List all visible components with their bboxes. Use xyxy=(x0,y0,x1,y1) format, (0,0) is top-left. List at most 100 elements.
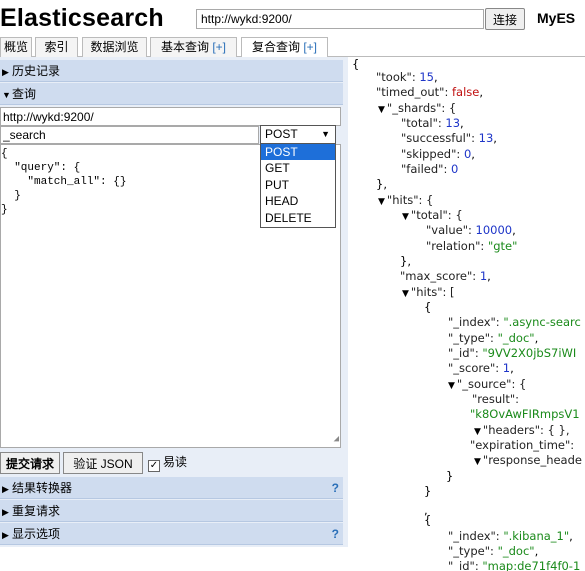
json-line: "relation": "gte" xyxy=(426,239,518,253)
http-method-dropdown: POST GET PUT HEAD DELETE xyxy=(260,143,336,228)
cluster-name: MyES xyxy=(537,10,576,26)
json-value: "_doc" xyxy=(497,544,535,558)
display-options-section-header[interactable]: ▶ 显示选项 ? xyxy=(0,523,343,545)
json-value: 0 xyxy=(463,147,472,161)
http-method-select[interactable]: POST ▼ xyxy=(260,125,336,144)
json-line: "value": 10000, xyxy=(426,223,516,237)
json-line: { xyxy=(424,300,432,314)
json-value: false xyxy=(451,85,480,99)
collapse-toggle-icon[interactable]: ▼ xyxy=(448,381,455,391)
tab-bar: 概览 索引 数据浏览 基本查询 [+] 复合查询 [+] xyxy=(0,35,585,59)
tab-label: 基本查询 xyxy=(160,40,209,54)
repeat-request-section-header[interactable]: ▶ 重复请求 xyxy=(0,500,343,522)
json-value: "gte" xyxy=(487,239,518,253)
json-line: "_id": "map:de71f4f0-1 xyxy=(448,559,581,571)
json-line: } xyxy=(446,469,454,483)
tab-overview[interactable]: 概览 xyxy=(0,37,32,58)
json-value: "k8OvAwFIRmpsV1 xyxy=(470,407,580,421)
json-line: "_score": 1, xyxy=(448,361,514,375)
section-label: 历史记录 xyxy=(12,64,61,78)
json-line: "k8OvAwFIRmpsV1 xyxy=(470,407,580,422)
help-icon[interactable]: ? xyxy=(332,477,339,499)
json-line: "expiration_time": xyxy=(470,438,575,452)
json-line[interactable]: ▼ "response_heade xyxy=(474,453,582,470)
json-line: "total": 13, xyxy=(401,116,464,130)
checkmark-icon: ✓ xyxy=(148,460,160,472)
json-line: "_id": "9VV2X0jbS7iWI xyxy=(448,346,577,360)
app-title: Elasticsearch xyxy=(0,4,164,32)
resize-grip-icon[interactable]: ◢ xyxy=(334,432,339,446)
submit-request-button[interactable]: 提交请求 xyxy=(0,452,60,474)
json-line: "_index": ".async-searc xyxy=(448,315,581,329)
json-line: "failed": 0 xyxy=(401,162,459,176)
collapse-toggle-icon[interactable]: ▼ xyxy=(474,427,481,437)
section-label: 结果转换器 xyxy=(12,481,73,495)
expanded-arrow-icon: ▼ xyxy=(2,90,11,100)
tab-browser[interactable]: 数据浏览 xyxy=(82,37,147,58)
collapse-toggle-icon[interactable]: ▼ xyxy=(402,212,409,222)
json-line: "_type": "_doc", xyxy=(448,544,539,558)
json-line: }, xyxy=(376,177,387,191)
validate-json-button[interactable]: 验证 JSON xyxy=(63,452,143,474)
collapsed-arrow-icon: ▶ xyxy=(2,530,9,540)
method-option-post[interactable]: POST xyxy=(261,144,335,161)
method-option-put[interactable]: PUT xyxy=(261,177,335,193)
section-label: 查询 xyxy=(12,87,37,101)
method-option-delete[interactable]: DELETE xyxy=(261,210,335,226)
collapsed-arrow-icon: ▶ xyxy=(2,67,9,77)
collapse-toggle-icon[interactable]: ▼ xyxy=(474,457,481,467)
easy-read-checkbox[interactable]: ✓ 易读 xyxy=(148,455,187,472)
history-section-header[interactable]: ▶ 历史记录 xyxy=(0,60,343,82)
chevron-down-icon: ▼ xyxy=(321,129,330,139)
json-value: 13 xyxy=(445,116,461,130)
json-line: "result": xyxy=(472,392,519,406)
tab-label: 索引 xyxy=(44,40,69,54)
json-line: "took": 15, xyxy=(376,70,438,84)
json-value: "_doc" xyxy=(497,331,535,345)
method-option-get[interactable]: GET xyxy=(261,160,335,176)
tab-label: 数据浏览 xyxy=(90,40,139,54)
json-line: "successful": 13, xyxy=(401,131,497,145)
json-value: 15 xyxy=(419,70,434,84)
collapsed-arrow-icon: ▶ xyxy=(2,484,9,494)
section-label: 重复请求 xyxy=(12,504,61,518)
tab-add[interactable]: [+] xyxy=(212,40,226,54)
json-line: "max_score": 1, xyxy=(400,269,491,283)
collapse-toggle-icon[interactable]: ▼ xyxy=(378,105,385,115)
collapsed-arrow-icon: ▶ xyxy=(2,507,9,517)
json-line: } xyxy=(424,484,432,498)
tab-indices[interactable]: 索引 xyxy=(35,37,78,58)
json-value: 10000 xyxy=(475,223,513,237)
tab-add[interactable]: [+] xyxy=(303,40,317,54)
tab-label: 复合查询 xyxy=(251,40,300,54)
tab-any-request[interactable]: 复合查询 [+] xyxy=(241,37,328,59)
tab-basic-query[interactable]: 基本查询 [+] xyxy=(150,37,237,58)
response-json-viewer: { "took": 15, "timed_out": false, ▼ "_sha… xyxy=(350,57,585,571)
json-value: "9VV2X0jbS7iWI xyxy=(482,346,577,360)
json-value: ".async-searc xyxy=(503,315,581,329)
connect-button[interactable]: 连接 xyxy=(485,8,525,30)
collapse-toggle-icon[interactable]: ▼ xyxy=(378,197,385,207)
json-line: { xyxy=(424,513,432,527)
easy-read-label: 易读 xyxy=(163,455,188,469)
json-line: }, xyxy=(400,254,411,268)
cluster-url-input[interactable] xyxy=(196,9,484,29)
json-line: "timed_out": false, xyxy=(376,85,483,99)
json-line: { xyxy=(352,57,360,71)
app-header: Elasticsearch 连接 MyES xyxy=(0,0,585,36)
collapse-toggle-icon[interactable]: ▼ xyxy=(402,289,409,299)
section-label: 显示选项 xyxy=(12,527,61,541)
json-line: "_type": "_doc", xyxy=(448,331,539,345)
json-line: "_index": ".kibana_1", xyxy=(448,529,573,543)
query-section-header[interactable]: ▼查询 xyxy=(0,83,343,105)
request-path-input[interactable] xyxy=(0,126,259,144)
json-value: ".kibana_1" xyxy=(503,529,570,543)
json-line: "skipped": 0, xyxy=(401,147,475,161)
method-option-head[interactable]: HEAD xyxy=(261,193,335,209)
json-value: 0 xyxy=(450,162,459,176)
result-transformer-section-header[interactable]: ▶ 结果转换器 ? xyxy=(0,477,343,499)
json-value: 13 xyxy=(478,131,494,145)
help-icon[interactable]: ? xyxy=(332,523,339,545)
request-base-url-input[interactable] xyxy=(0,107,341,126)
selected-method: POST xyxy=(265,127,298,141)
